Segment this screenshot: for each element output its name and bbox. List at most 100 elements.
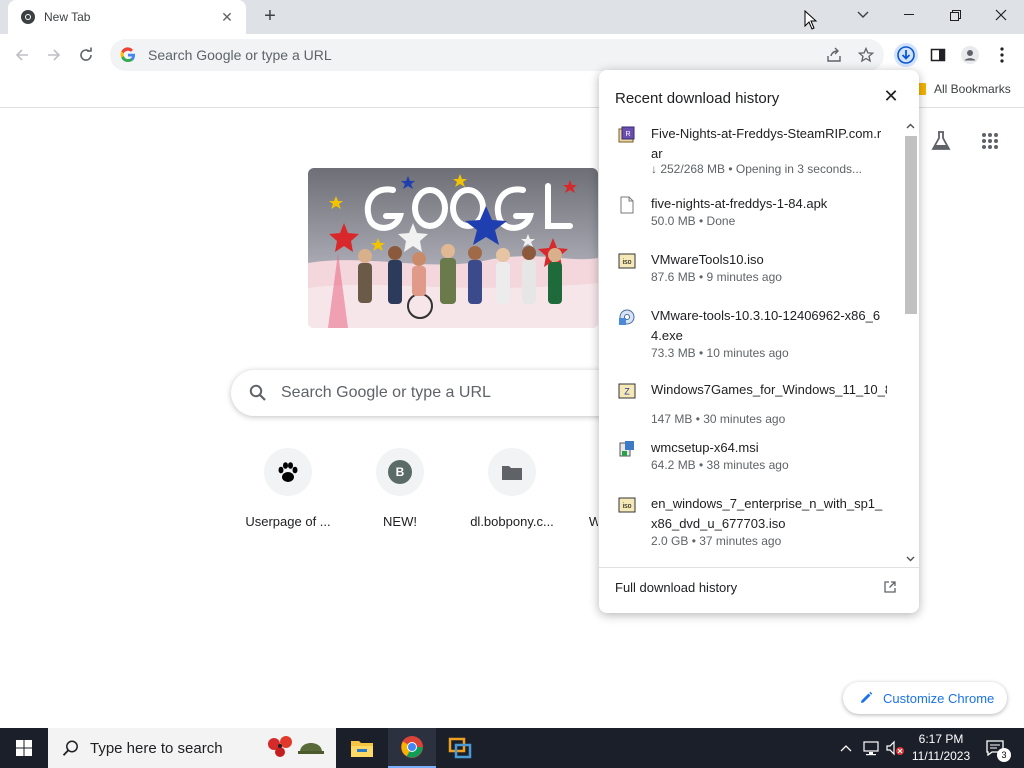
minimize-button[interactable] <box>886 0 932 30</box>
download-status: ↓ 252/268 MB • Opening in 3 seconds... <box>651 162 862 176</box>
download-history-panel: Recent download history ✕ R Five-Nights-… <box>599 70 919 613</box>
download-list-scrollbar[interactable] <box>901 120 917 566</box>
close-window-button[interactable] <box>978 0 1024 30</box>
download-item[interactable]: VMware-tools-10.3.10-12406962-x86_64.exe… <box>599 306 899 368</box>
shortcut-label: dl.bobpony.c... <box>470 514 554 529</box>
panel-title: Recent download history <box>615 90 780 107</box>
forward-arrow-icon <box>48 49 61 61</box>
google-doodle[interactable] <box>308 168 598 328</box>
star-icon <box>858 47 874 63</box>
share-button[interactable] <box>822 43 846 67</box>
shortcut-tile[interactable]: Userpage of ... <box>232 448 344 538</box>
download-list: R Five-Nights-at-Freddys-SteamRIP.com.ra… <box>599 120 919 566</box>
download-filename: VMware-tools-10.3.10-12406962-x86_64.exe <box>651 308 881 343</box>
title-bar: New Tab ✕ + <box>0 0 1024 34</box>
notification-center-button[interactable]: 3 <box>980 728 1011 768</box>
side-panel-icon <box>930 48 946 62</box>
svg-text:R: R <box>625 131 630 138</box>
notification-count-badge: 3 <box>997 748 1011 762</box>
menu-button[interactable] <box>990 43 1014 67</box>
svg-text:iso: iso <box>623 259 632 266</box>
download-item[interactable]: R Five-Nights-at-Freddys-SteamRIP.com.ra… <box>599 124 899 184</box>
omnibox-input[interactable] <box>148 47 748 63</box>
reload-button[interactable] <box>74 43 98 67</box>
back-button[interactable] <box>10 43 34 67</box>
iso-icon: iso <box>618 497 636 513</box>
new-tab-button[interactable]: + <box>258 6 282 28</box>
taskbar-search-box[interactable]: Type here to search <box>48 728 336 768</box>
download-panel-footer[interactable]: Full download history <box>599 567 919 613</box>
download-item[interactable]: wmcsetup-x64.msi 64.2 MB • 38 minutes ag… <box>599 438 899 482</box>
file-icon <box>620 196 634 214</box>
volume-tray-button[interactable] <box>884 728 906 768</box>
download-filename: Five-Nights-at-Freddys-SteamRIP.com.rar <box>651 126 882 161</box>
svg-text:Z: Z <box>624 387 630 397</box>
chevron-up-icon <box>840 745 852 752</box>
svg-text:iso: iso <box>623 503 632 510</box>
omnibox[interactable] <box>110 39 884 71</box>
download-icon <box>897 46 915 64</box>
labs-button[interactable] <box>928 128 954 154</box>
shortcut-tile[interactable]: B NEW! <box>344 448 456 538</box>
scrollbar-thumb[interactable] <box>905 136 917 314</box>
ntp-search-input[interactable] <box>281 384 581 402</box>
exe-icon <box>619 309 635 325</box>
customize-chrome-label: Customize Chrome <box>883 690 995 706</box>
mouse-cursor-icon <box>804 10 818 30</box>
tab-close-icon[interactable]: ✕ <box>218 9 236 26</box>
download-item[interactable]: iso VMwareTools10.iso 87.6 MB • 9 minute… <box>599 250 899 294</box>
tab-new-tab[interactable]: New Tab ✕ <box>8 0 246 34</box>
download-filename: Windows7Games_for_Windows_11_10_8.zip <box>651 382 887 397</box>
download-item[interactable]: Z Windows7Games_for_Windows_11_10_8.zip … <box>599 380 899 428</box>
kebab-menu-icon <box>1000 47 1004 63</box>
reload-icon <box>80 47 92 61</box>
google-apps-button[interactable] <box>977 128 1003 154</box>
chrome-taskbar-button[interactable] <box>388 728 436 768</box>
download-filename: wmcsetup-x64.msi <box>651 440 759 455</box>
download-status: 87.6 MB • 9 minutes ago <box>651 270 782 284</box>
clock-time: 6:17 PM <box>918 732 964 746</box>
download-item[interactable]: five-nights-at-freddys-1-84.apk 50.0 MB … <box>599 194 899 238</box>
chrome-icon <box>401 736 423 758</box>
scroll-up-arrow-icon[interactable] <box>906 123 915 129</box>
back-arrow-icon <box>15 49 28 61</box>
download-filename: five-nights-at-freddys-1-84.apk <box>651 196 828 211</box>
tab-title: New Tab <box>44 10 91 24</box>
close-icon[interactable]: ✕ <box>883 87 899 105</box>
forward-button[interactable] <box>42 43 66 67</box>
start-button[interactable] <box>0 728 48 768</box>
folder-icon <box>502 466 522 480</box>
shortcut-label: NEW! <box>383 514 417 529</box>
shortcut-label: Userpage of ... <box>245 514 331 529</box>
full-download-history-link[interactable]: Full download history <box>615 580 737 595</box>
scroll-down-arrow-icon[interactable] <box>906 556 915 562</box>
letter-b-icon: B <box>388 460 412 484</box>
tab-search-chevron-icon[interactable] <box>840 0 886 30</box>
all-bookmarks-label: All Bookmarks <box>934 82 1011 96</box>
clock-date: 11/11/2023 <box>911 749 971 763</box>
download-status: 64.2 MB • 38 minutes ago <box>651 458 789 472</box>
vmware-icon <box>448 737 472 759</box>
windows-logo-icon <box>16 740 32 756</box>
file-explorer-taskbar-button[interactable] <box>338 728 386 768</box>
customize-chrome-button[interactable]: Customize Chrome <box>843 682 1007 714</box>
shortcut-tile[interactable]: W <box>544 448 598 538</box>
taskbar-search-placeholder: Type here to search <box>90 739 223 757</box>
search-icon <box>62 740 78 756</box>
profile-button[interactable] <box>958 43 982 67</box>
network-tray-button[interactable] <box>860 728 882 768</box>
download-item[interactable]: iso en_windows_7_enterprise_n_with_sp1_x… <box>599 494 899 556</box>
download-filename: VMwareTools10.iso <box>651 252 764 267</box>
bookmark-star-button[interactable] <box>854 43 878 67</box>
paw-icon <box>278 462 298 482</box>
restore-button[interactable] <box>932 0 978 30</box>
side-panel-button[interactable] <box>926 43 950 67</box>
all-bookmarks-button[interactable]: All Bookmarks <box>912 82 1011 96</box>
taskbar-clock[interactable]: 6:17 PM 11/11/2023 <box>908 731 974 765</box>
apps-grid-icon <box>982 133 998 149</box>
show-hidden-icons-button[interactable] <box>836 728 856 768</box>
pencil-icon <box>861 691 873 703</box>
vmware-taskbar-button[interactable] <box>436 728 484 768</box>
shortcut-icon-circle <box>264 448 312 496</box>
downloads-button[interactable] <box>894 43 918 67</box>
